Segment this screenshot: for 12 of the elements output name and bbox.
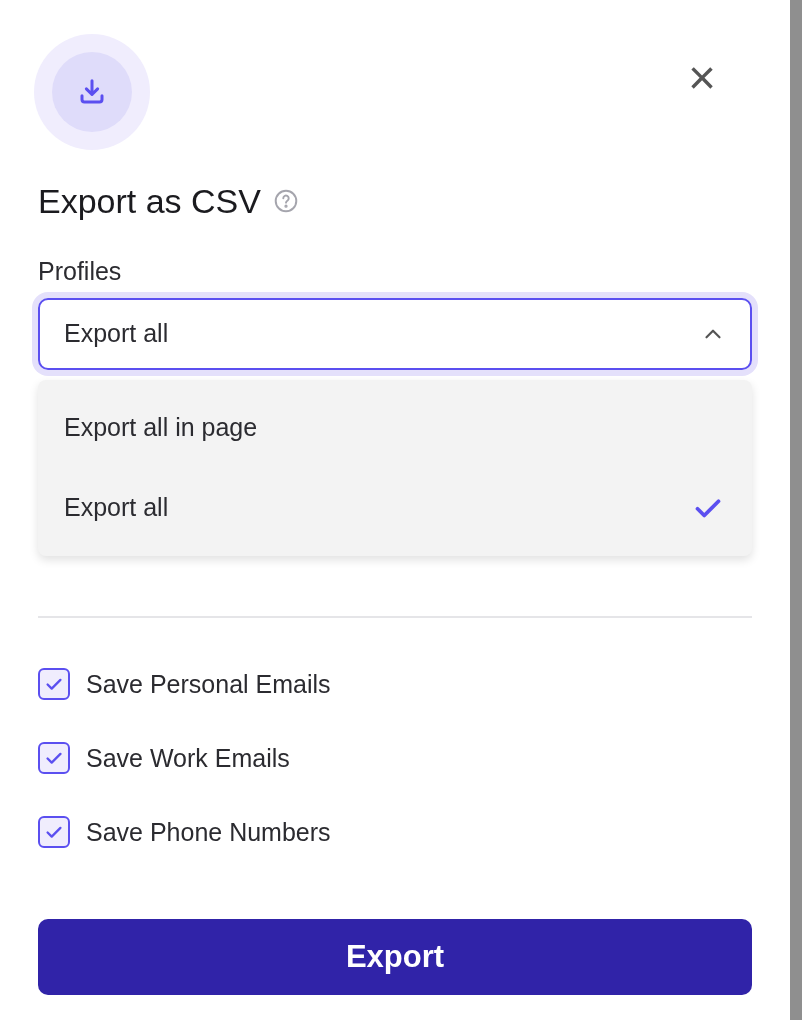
dropdown-option[interactable]: Export all in page (38, 388, 752, 468)
checkbox[interactable] (38, 816, 70, 848)
checkbox-label: Save Personal Emails (86, 669, 331, 700)
checkbox-label: Save Phone Numbers (86, 817, 331, 848)
checkbox[interactable] (38, 668, 70, 700)
checkbox-label: Save Work Emails (86, 743, 290, 774)
checkbox[interactable] (38, 742, 70, 774)
close-button[interactable]: × (687, 54, 716, 102)
export-button[interactable]: Export (38, 919, 752, 995)
field-label: Profiles (38, 255, 123, 287)
dropdown-option[interactable]: Export all (38, 468, 752, 548)
dialog-title: Export as CSV (38, 181, 261, 222)
